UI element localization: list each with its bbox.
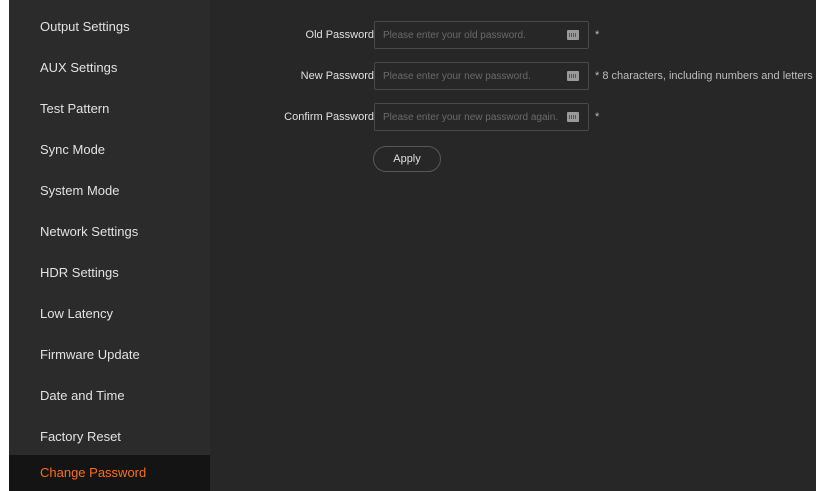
sidebar-item-output-settings[interactable]: Output Settings — [9, 6, 210, 47]
sidebar-item-network-settings[interactable]: Network Settings — [9, 211, 210, 252]
sidebar-item-sync-mode[interactable]: Sync Mode — [9, 129, 210, 170]
confirm-password-row: Confirm Password * — [210, 103, 816, 131]
apply-button[interactable]: Apply — [373, 146, 441, 172]
new-password-field[interactable] — [374, 62, 589, 90]
old-password-field[interactable] — [374, 21, 589, 49]
confirm-password-field[interactable] — [374, 103, 589, 131]
new-password-label: New Password — [300, 70, 374, 82]
keyboard-icon[interactable] — [567, 30, 579, 40]
sidebar: Output Settings AUX Settings Test Patter… — [9, 0, 210, 491]
sidebar-item-aux-settings[interactable]: AUX Settings — [9, 47, 210, 88]
sidebar-item-hdr-settings[interactable]: HDR Settings — [9, 252, 210, 293]
confirm-password-label: Confirm Password — [284, 111, 374, 123]
new-password-row: New Password * 8 characters, including n… — [210, 62, 816, 90]
new-password-requirement-note: * 8 characters, including numbers and le… — [595, 70, 813, 82]
old-password-row: Old Password * — [210, 21, 816, 49]
new-password-input[interactable] — [375, 63, 563, 89]
sidebar-item-change-password[interactable]: Change Password — [9, 455, 210, 491]
main-panel: Old Password * New Password * 8 characte… — [210, 0, 816, 491]
sidebar-item-low-latency[interactable]: Low Latency — [9, 293, 210, 334]
keyboard-icon[interactable] — [567, 112, 579, 122]
confirm-password-required-note: * — [595, 111, 600, 123]
sidebar-item-system-mode[interactable]: System Mode — [9, 170, 210, 211]
keyboard-icon[interactable] — [567, 71, 579, 81]
old-password-required-note: * — [595, 29, 600, 41]
confirm-password-input[interactable] — [375, 104, 563, 130]
old-password-input[interactable] — [375, 22, 563, 48]
sidebar-item-factory-reset[interactable]: Factory Reset — [9, 416, 210, 457]
sidebar-item-test-pattern[interactable]: Test Pattern — [9, 88, 210, 129]
sidebar-item-date-and-time[interactable]: Date and Time — [9, 375, 210, 416]
old-password-label: Old Password — [305, 29, 374, 41]
sidebar-item-firmware-update[interactable]: Firmware Update — [9, 334, 210, 375]
